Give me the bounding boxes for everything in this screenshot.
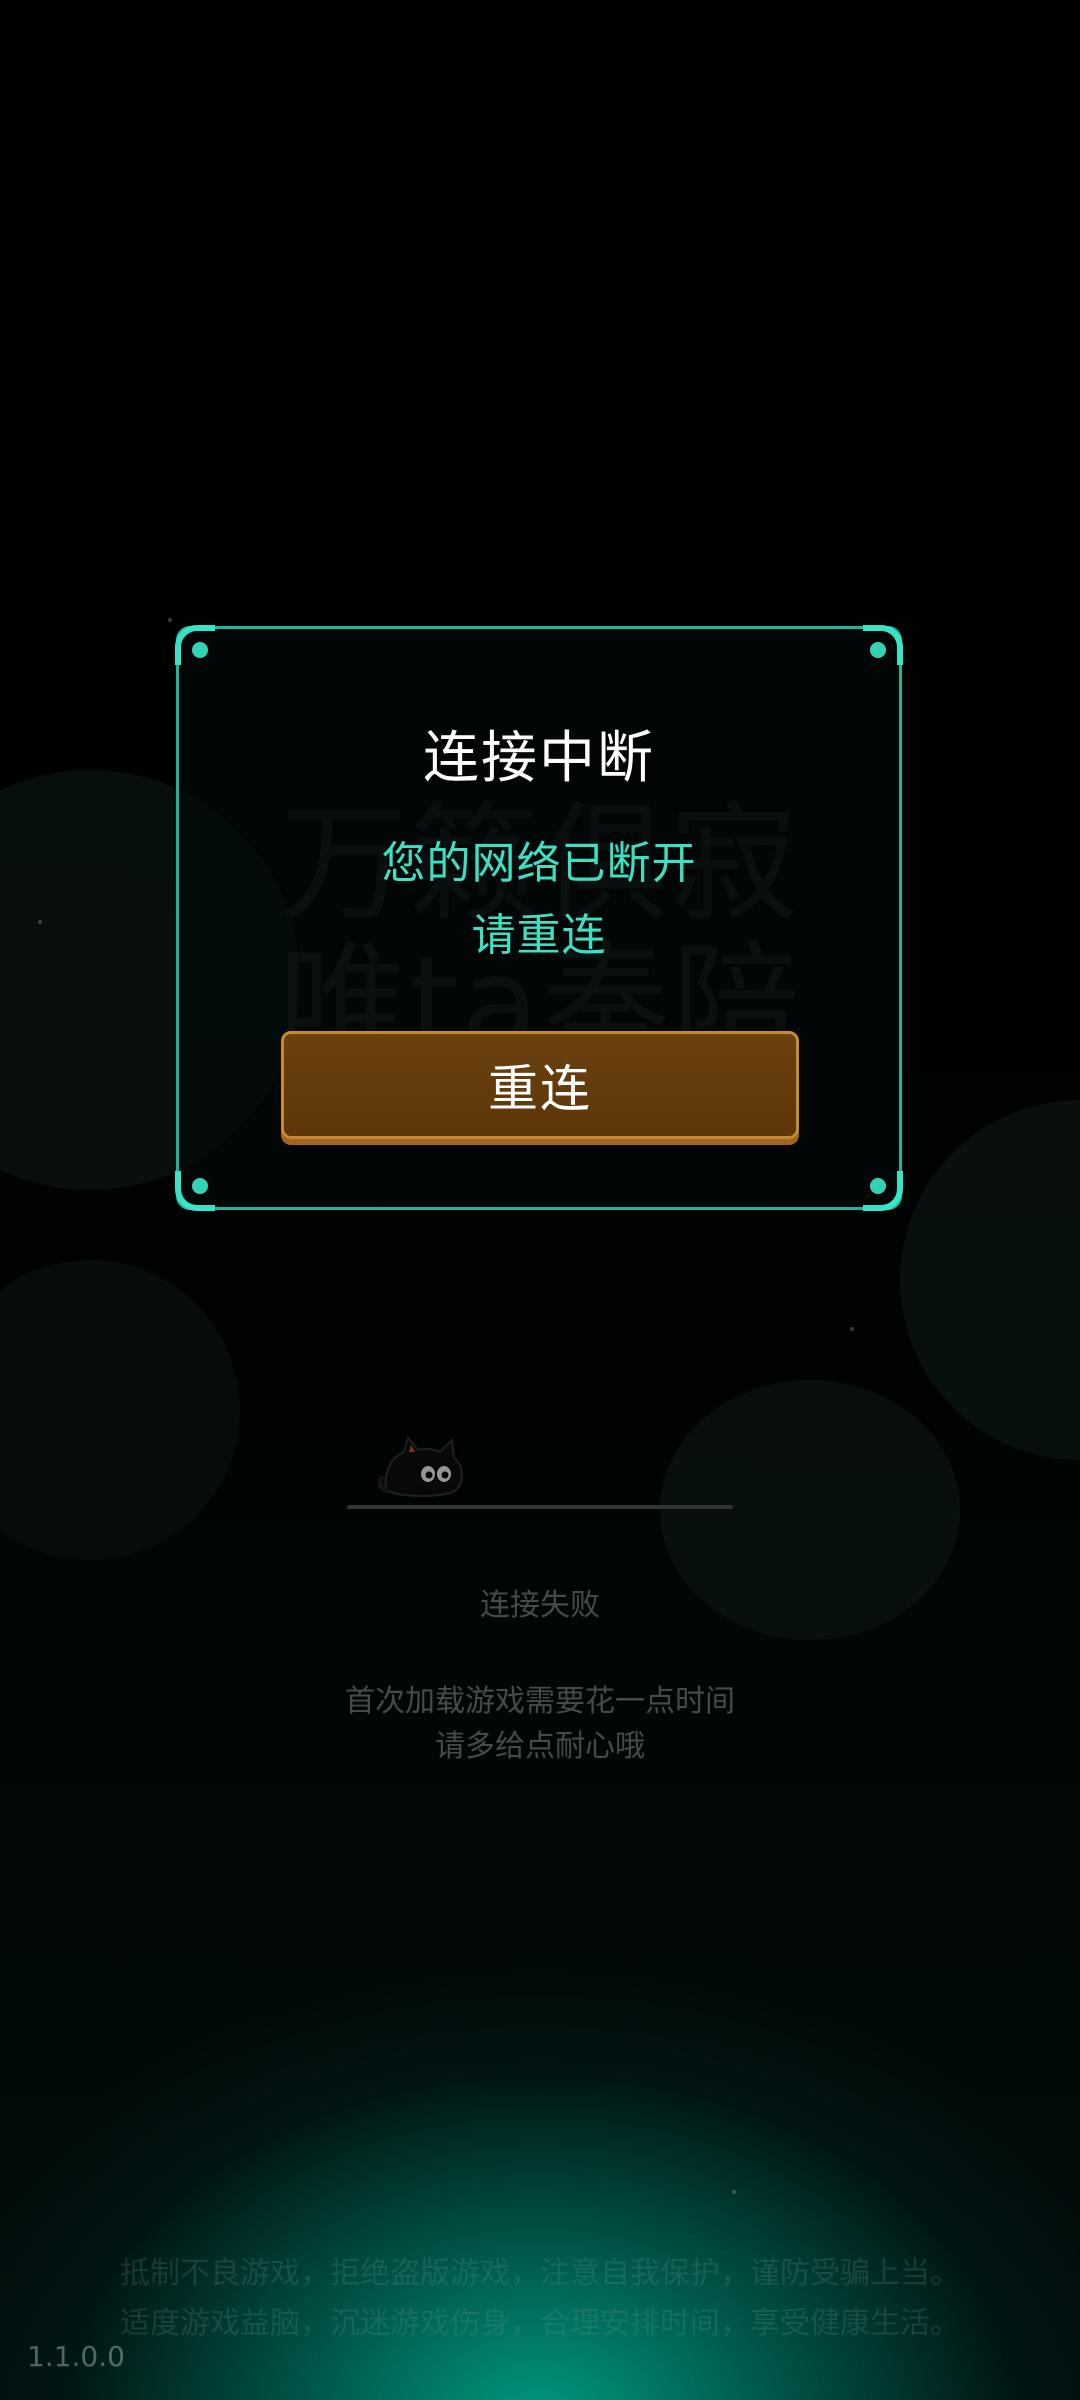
frame-dot <box>870 642 886 658</box>
game-loading-screen: 万籁俱寂 唯ta奏陪 连接失败 首次加载游戏需要花一点时间 请多给点耐心哦 抵制… <box>0 0 1080 2400</box>
frame-dot <box>870 1178 886 1194</box>
reconnect-button[interactable]: 重连 <box>281 1031 799 1139</box>
frame-dot <box>192 1178 208 1194</box>
dialog-title: 连接中断 <box>423 726 655 791</box>
dialog-message-line1: 您的网络已断开 <box>381 838 697 889</box>
dialog-message-line2: 请重连 <box>471 910 607 961</box>
frame-dot <box>192 642 208 658</box>
connection-lost-dialog: 连接中断 您的网络已断开 请重连 重连 <box>175 625 903 1211</box>
